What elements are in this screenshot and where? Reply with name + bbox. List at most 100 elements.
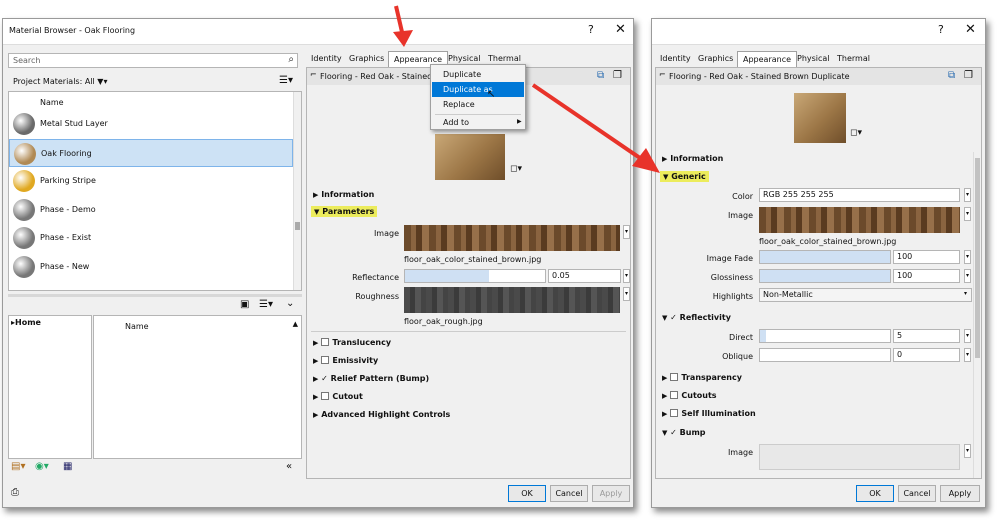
section-emissivity[interactable]: ▶ Emissivity bbox=[313, 356, 378, 365]
direct-slider[interactable] bbox=[759, 329, 891, 343]
material-row[interactable]: Oak Flooring bbox=[9, 138, 293, 167]
material-row[interactable]: Metal Stud Layer bbox=[9, 110, 293, 138]
reflectance-dropdown[interactable]: ▾ bbox=[623, 269, 630, 283]
menu-item-add-to[interactable]: Add to bbox=[432, 115, 524, 130]
right-preview-options-icon[interactable]: ◻▾ bbox=[850, 128, 862, 138]
menu-item-duplicate-generic[interactable]: Duplicate as Generic bbox=[432, 82, 524, 109]
tab-identity[interactable]: Identity bbox=[655, 51, 696, 68]
right-replace-asset-icon[interactable]: ⧉ bbox=[948, 70, 955, 81]
library-view-icon[interactable]: ☰▾ bbox=[259, 299, 273, 310]
tab-physical[interactable]: Physical bbox=[792, 51, 835, 68]
section-parameters[interactable]: ▼ Parameters bbox=[311, 206, 378, 217]
right-ok-button[interactable]: OK bbox=[856, 485, 894, 502]
reflectance-slider[interactable] bbox=[404, 269, 546, 283]
material-row[interactable]: Phase - Exist bbox=[9, 224, 293, 252]
right-cancel-button[interactable]: Cancel bbox=[898, 485, 936, 502]
help-button[interactable]: ? bbox=[588, 23, 594, 36]
column-header-name[interactable]: Name bbox=[40, 98, 64, 107]
project-materials-filter[interactable]: Project Materials: All ▼▾ bbox=[13, 77, 107, 86]
color-dropdown[interactable]: ▾ bbox=[964, 188, 971, 202]
cutouts-checkbox[interactable] bbox=[670, 391, 679, 399]
image-fade-value[interactable]: 100 bbox=[893, 250, 960, 264]
tab-appearance[interactable]: Appearance bbox=[737, 51, 798, 68]
section-relief[interactable]: ▶ ✓ Relief Pattern (Bump) bbox=[313, 374, 429, 383]
material-row[interactable]: Parking Stripe bbox=[9, 167, 293, 195]
create-material-icon[interactable]: ▤▾ bbox=[11, 461, 25, 472]
glossiness-dropdown[interactable]: ▾ bbox=[964, 269, 971, 283]
cutout-checkbox[interactable] bbox=[321, 392, 330, 400]
asset-editor-icon[interactable]: ▦ bbox=[63, 461, 72, 472]
right-scrollbar[interactable] bbox=[973, 152, 981, 478]
glossiness-slider[interactable] bbox=[759, 269, 891, 283]
section-advanced[interactable]: ▶ Advanced Highlight Controls bbox=[313, 410, 450, 419]
color-field[interactable]: RGB 255 255 255 bbox=[759, 188, 960, 202]
transparency-checkbox[interactable] bbox=[670, 373, 679, 381]
oblique-value[interactable]: 0 bbox=[893, 348, 960, 362]
section-information[interactable]: ▶ Information bbox=[313, 190, 374, 199]
preview-options-icon[interactable]: ◻▾ bbox=[510, 164, 522, 174]
image-dropdown[interactable]: ▾ bbox=[623, 225, 630, 239]
right-section-bump[interactable]: ▼ ✓ Bump bbox=[662, 428, 706, 437]
library-options-icon[interactable]: ◉▾ bbox=[35, 461, 49, 472]
right-apply-button[interactable]: Apply bbox=[940, 485, 980, 502]
right-image-dropdown[interactable]: ▾ bbox=[964, 207, 971, 221]
right-section-cutouts[interactable]: ▶ Cutouts bbox=[662, 391, 717, 400]
tab-identity[interactable]: Identity bbox=[306, 51, 347, 68]
oblique-dropdown[interactable]: ▾ bbox=[964, 348, 971, 362]
ok-button[interactable]: OK bbox=[508, 485, 546, 502]
roughness-dropdown[interactable]: ▾ bbox=[623, 287, 630, 301]
collapse-left-icon[interactable]: « bbox=[286, 461, 292, 472]
collapse-icon[interactable]: ⌄ bbox=[286, 298, 294, 309]
tab-graphics[interactable]: Graphics bbox=[344, 51, 389, 68]
cancel-button[interactable]: Cancel bbox=[550, 485, 588, 502]
oblique-slider[interactable] bbox=[759, 348, 891, 362]
translucency-checkbox[interactable] bbox=[321, 338, 330, 346]
right-duplicate-asset-icon[interactable]: ❐ bbox=[964, 70, 973, 81]
image-fade-dropdown[interactable]: ▾ bbox=[964, 250, 971, 264]
glossiness-value[interactable]: 100 bbox=[893, 269, 960, 283]
image-fade-slider[interactable] bbox=[759, 250, 891, 264]
material-row[interactable]: Phase - Demo bbox=[9, 196, 293, 224]
section-translucency[interactable]: ▶ Translucency bbox=[313, 338, 391, 347]
right-section-self-illumination[interactable]: ▶ Self Illumination bbox=[662, 409, 756, 418]
replace-asset-icon[interactable]: ⧉ bbox=[597, 70, 604, 81]
right-section-information[interactable]: ▶ Information bbox=[662, 154, 723, 163]
search-input[interactable]: Search ⌕ bbox=[8, 53, 298, 68]
close-button[interactable]: ✕ bbox=[615, 22, 626, 37]
home-node[interactable]: ▸Home bbox=[11, 318, 41, 327]
highlights-select[interactable]: Non-Metallic bbox=[759, 288, 972, 302]
right-section-generic[interactable]: ▼ Generic bbox=[660, 171, 709, 182]
list-scrollbar[interactable] bbox=[293, 92, 301, 290]
menu-item-replace[interactable]: Replace bbox=[432, 97, 524, 112]
right-section-transparency[interactable]: ▶ Transparency bbox=[662, 373, 742, 382]
library-column-name[interactable]: Name bbox=[125, 322, 149, 331]
material-row[interactable]: Phase - New bbox=[9, 253, 293, 281]
splitter[interactable] bbox=[8, 294, 302, 297]
apply-button[interactable]: Apply bbox=[592, 485, 630, 502]
library-panel-icon[interactable]: ▣ bbox=[240, 299, 249, 310]
right-image-thumbnail[interactable] bbox=[759, 207, 960, 233]
sort-icon[interactable]: ▲ bbox=[293, 320, 298, 328]
emissivity-checkbox[interactable] bbox=[321, 356, 330, 364]
direct-value[interactable]: 5 bbox=[893, 329, 960, 343]
self-illumination-checkbox[interactable] bbox=[670, 409, 679, 417]
duplicate-asset-icon[interactable]: ❐ bbox=[613, 70, 622, 81]
settings-icon[interactable]: ⎙ bbox=[11, 487, 19, 498]
right-close-button[interactable]: ✕ bbox=[965, 22, 976, 37]
filter-icon[interactable]: ▼▾ bbox=[97, 77, 107, 86]
list-view-icon[interactable]: ☰▾ bbox=[279, 75, 293, 86]
bump-image-thumbnail[interactable] bbox=[759, 444, 960, 470]
image-thumbnail[interactable] bbox=[404, 225, 620, 251]
reflectance-value[interactable]: 0.05 bbox=[548, 269, 621, 283]
menu-item-duplicate[interactable]: Duplicate bbox=[432, 67, 524, 82]
tab-graphics[interactable]: Graphics bbox=[693, 51, 738, 68]
right-help-button[interactable]: ? bbox=[938, 23, 944, 36]
direct-dropdown[interactable]: ▾ bbox=[964, 329, 971, 343]
section-cutout[interactable]: ▶ Cutout bbox=[313, 392, 363, 401]
tab-thermal[interactable]: Thermal bbox=[832, 51, 875, 68]
right-section-reflectivity[interactable]: ▼ ✓ Reflectivity bbox=[662, 313, 731, 322]
roughness-thumbnail[interactable] bbox=[404, 287, 620, 313]
search-icon[interactable]: ⌕ bbox=[288, 54, 294, 65]
bump-image-dropdown[interactable]: ▾ bbox=[964, 444, 971, 458]
search-placeholder: Search bbox=[13, 56, 41, 65]
